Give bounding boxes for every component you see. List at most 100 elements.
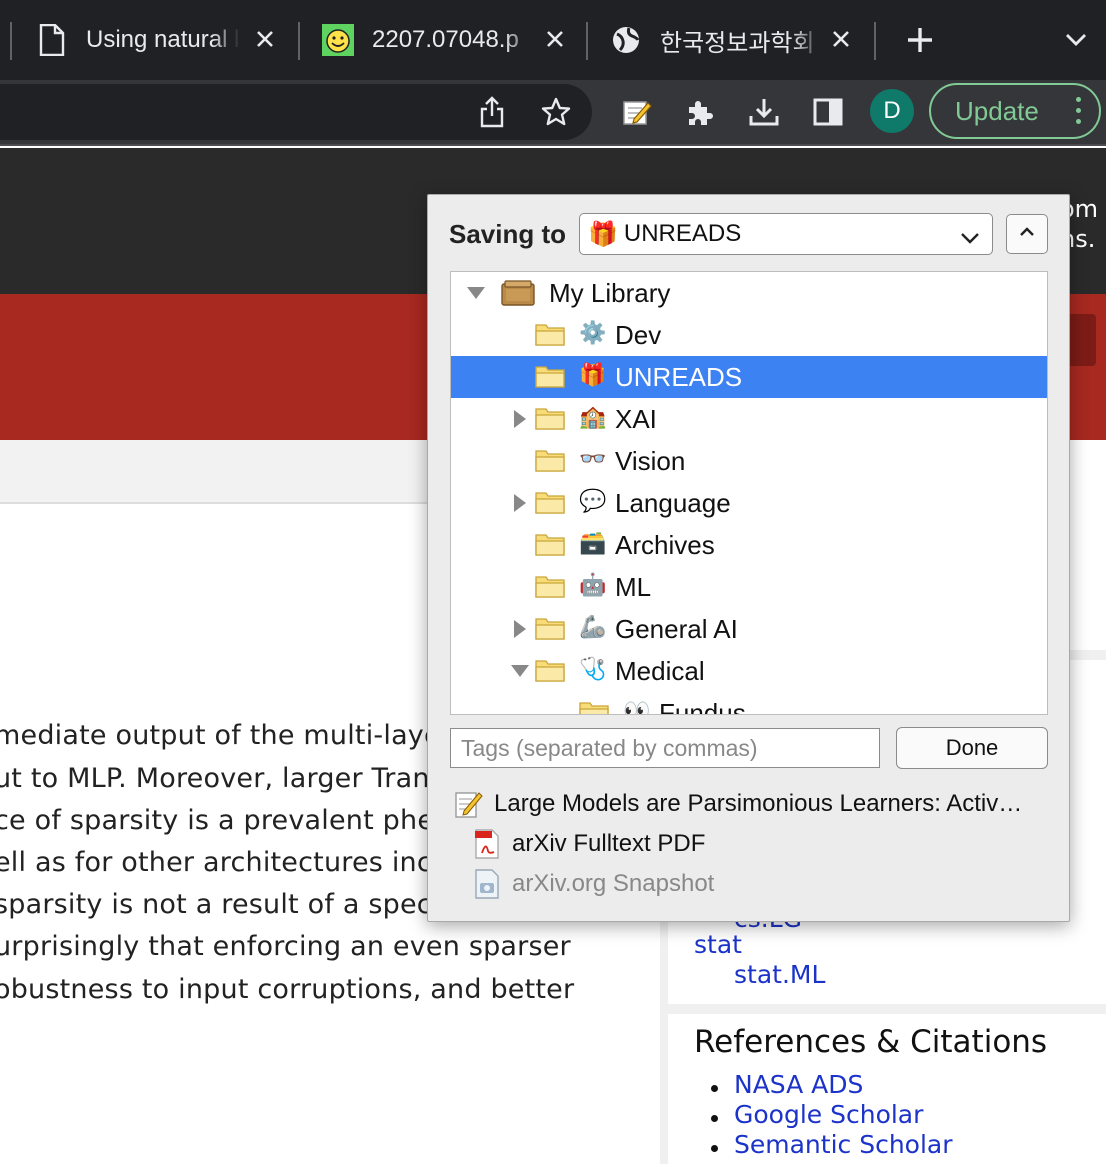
tab-separator xyxy=(874,22,876,60)
tab-separator xyxy=(10,22,12,60)
chevron-up-icon xyxy=(1019,225,1035,243)
tree-row[interactable]: 🗃️ Archives xyxy=(451,524,1047,566)
bookmark-star-icon[interactable] xyxy=(534,90,578,134)
profile-avatar[interactable]: D xyxy=(870,89,914,133)
tags-input[interactable] xyxy=(450,728,880,768)
collapse-tree-button[interactable] xyxy=(1006,214,1048,254)
tree-row-label: ML xyxy=(615,572,652,602)
list-bullet xyxy=(711,1115,718,1122)
twisty-collapsed-icon[interactable] xyxy=(509,492,531,514)
collection-emoji-icon: 🤖 xyxy=(579,572,607,597)
tree-row-label: Fundus xyxy=(659,698,746,715)
pdf-icon xyxy=(472,829,502,859)
collection-emoji-icon: 🩺 xyxy=(579,656,607,681)
collection-emoji-icon: ⚙️ xyxy=(579,320,607,345)
tree-row-label: UNREADS xyxy=(615,362,743,392)
tree-row-label: Language xyxy=(615,488,731,518)
twisty-collapsed-icon[interactable] xyxy=(509,408,531,430)
tree-row-label: General AI xyxy=(615,614,738,644)
collection-emoji-icon: 🏫 xyxy=(579,404,607,429)
update-button[interactable]: Update xyxy=(929,83,1101,139)
twisty-expanded-icon[interactable] xyxy=(509,660,531,682)
gift-icon: 🎁 xyxy=(588,220,618,248)
folder-icon xyxy=(535,616,565,642)
folder-icon xyxy=(535,448,565,474)
address-bar[interactable] xyxy=(0,84,592,140)
browser-toolbar: D Update xyxy=(0,80,1106,146)
tab-using-natural[interactable]: Using natural l xyxy=(36,10,280,70)
abstract-line: mediate output of the multi-layer xyxy=(0,720,453,751)
close-tab-icon[interactable] xyxy=(540,24,570,54)
tree-row-label: My Library xyxy=(549,278,671,308)
collection-emoji-icon: 👓 xyxy=(579,446,607,471)
semantic-scholar-link[interactable]: Semantic Scholar xyxy=(734,1130,953,1159)
tree-row[interactable]: 👓 Vision xyxy=(451,440,1047,482)
share-icon[interactable] xyxy=(470,90,514,134)
list-bullet xyxy=(711,1145,718,1152)
tree-row[interactable]: 💬 Language xyxy=(451,482,1047,524)
folder-icon xyxy=(535,406,565,432)
tree-row[interactable]: My Library xyxy=(451,272,1047,314)
snapshot-icon xyxy=(472,869,502,899)
tree-row-label: XAI xyxy=(615,404,657,434)
collection-emoji-icon: 💬 xyxy=(579,488,607,513)
collection-emoji-icon: 👀 xyxy=(623,698,651,715)
tree-row[interactable]: 🤖 ML xyxy=(451,566,1047,608)
new-tab-icon[interactable] xyxy=(898,18,942,62)
item-title: Large Models are Parsimonious Learners: … xyxy=(494,790,1023,817)
tab-title: 한국정보과학회 학 xyxy=(660,29,822,57)
globe-icon xyxy=(610,24,642,56)
nasa-ads-link[interactable]: NASA ADS xyxy=(734,1070,863,1099)
collection-emoji-icon: 🦾 xyxy=(579,614,607,639)
tab-separator xyxy=(298,22,300,60)
tree-row-label: Dev xyxy=(615,320,662,350)
folder-icon xyxy=(535,532,565,558)
collection-tree[interactable]: My Library ⚙️ Dev 🎁 UNREADS 🏫 XAI 👓 Vision 💬 Langu… xyxy=(450,271,1048,715)
tree-row[interactable]: 👀 Fundus xyxy=(451,692,1047,715)
browser-window: Using natural l 2207.07048.p 한국정보과학회 학 xyxy=(0,0,1106,1164)
collection-select[interactable]: 🎁 UNREADS xyxy=(579,213,993,255)
tree-row[interactable]: 🎁 UNREADS xyxy=(451,356,1047,398)
tree-row[interactable]: 🦾 General AI xyxy=(451,608,1047,650)
tab-korean-society[interactable]: 한국정보과학회 학 xyxy=(610,10,856,70)
list-bullet xyxy=(711,1085,718,1092)
done-button[interactable]: Done xyxy=(896,727,1048,769)
attachment-title: arXiv Fulltext PDF xyxy=(512,830,706,857)
folder-icon xyxy=(535,574,565,600)
close-tab-icon[interactable] xyxy=(826,24,856,54)
side-panel-icon[interactable] xyxy=(806,90,850,134)
folder-icon xyxy=(535,658,565,684)
tree-row-label: Archives xyxy=(615,530,715,560)
selected-collection-name: UNREADS xyxy=(623,220,742,247)
attachment-title: arXiv.org Snapshot xyxy=(512,870,715,897)
folder-icon xyxy=(535,490,565,516)
tree-row[interactable]: 🏫 XAI xyxy=(451,398,1047,440)
folder-icon xyxy=(535,364,565,390)
twisty-collapsed-icon[interactable] xyxy=(509,618,531,640)
close-tab-icon[interactable] xyxy=(250,24,280,54)
twisty-expanded-icon[interactable] xyxy=(465,282,487,304)
zotero-save-popup: Saving to 🎁 UNREADS My Library ⚙️ Dev 🎁 UNRE… xyxy=(427,194,1070,922)
tree-row-label: Medical xyxy=(615,656,705,686)
saving-to-label: Saving to xyxy=(449,219,567,249)
search-button[interactable] xyxy=(1068,314,1096,366)
tab-strip: Using natural l 2207.07048.p 한국정보과학회 학 xyxy=(0,0,1106,80)
abstract-line: sparsity is not a result of a spec xyxy=(0,889,432,920)
subject-link[interactable]: stat xyxy=(694,930,742,959)
tab-pdf[interactable]: 2207.07048.p xyxy=(322,10,570,70)
collection-emoji-icon: 🗃️ xyxy=(579,530,607,555)
folder-icon xyxy=(535,322,565,348)
subject-sub-link[interactable]: stat.ML xyxy=(734,960,825,989)
google-scholar-link[interactable]: Google Scholar xyxy=(734,1100,923,1129)
saved-item-row: Large Models are Parsimonious Learners: … xyxy=(454,789,1022,819)
tab-search-chevron-down-icon[interactable] xyxy=(1054,18,1098,62)
update-label: Update xyxy=(955,95,1039,126)
tree-row[interactable]: ⚙️ Dev xyxy=(451,314,1047,356)
tab-title: Using natural l xyxy=(86,26,240,53)
download-icon[interactable] xyxy=(742,90,786,134)
more-menu-icon[interactable] xyxy=(1076,97,1081,124)
journal-article-icon xyxy=(454,789,484,819)
zotero-connector-icon[interactable] xyxy=(615,90,659,134)
tree-row[interactable]: 🩺 Medical xyxy=(451,650,1047,692)
extensions-puzzle-icon[interactable] xyxy=(678,90,722,134)
